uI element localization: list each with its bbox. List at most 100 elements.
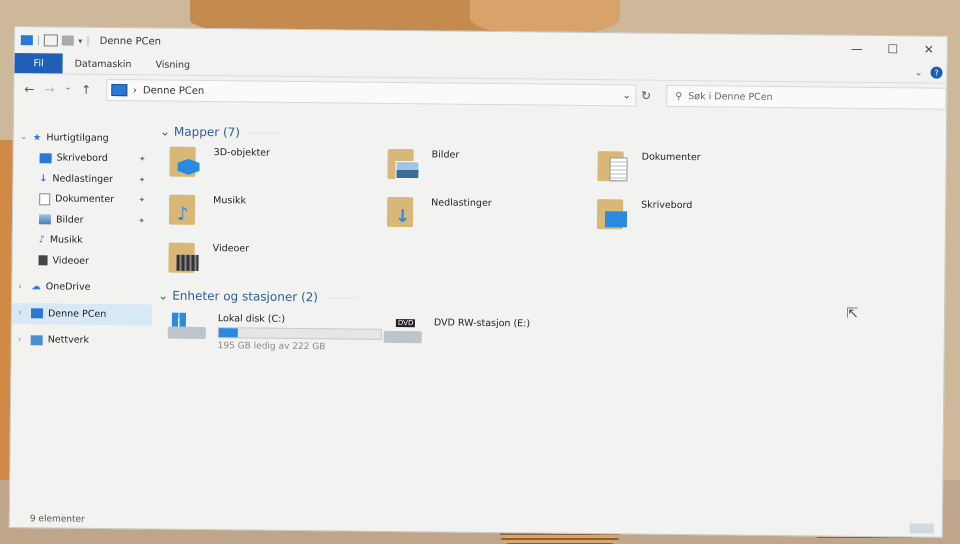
dvd-drive-icon: DVD bbox=[382, 317, 426, 345]
properties-icon[interactable] bbox=[44, 34, 59, 47]
file-list: ⌄ Mapper (7) 3D-objekter Bilder Dokument… bbox=[150, 124, 946, 520]
nav-this-pc[interactable]: › Denne PCen bbox=[11, 302, 153, 325]
help-icon[interactable]: ? bbox=[930, 66, 943, 79]
drive-label: Lokal disk (C:) bbox=[217, 313, 286, 325]
group-title: Mapper (7) bbox=[173, 124, 241, 140]
nav-item-downloads[interactable]: ↓ Nedlastinger ✦ bbox=[13, 168, 153, 190]
nav-label: Bilder bbox=[55, 214, 84, 226]
folder-item-music[interactable]: ♪ Musikk bbox=[168, 194, 247, 226]
folder-item-documents[interactable]: Dokumenter bbox=[597, 151, 701, 182]
customize-toolbar-icon[interactable]: ▾ bbox=[78, 36, 82, 45]
folders-group-header[interactable]: ⌄ Mapper (7) bbox=[159, 124, 279, 140]
expand-chevron-icon[interactable]: › bbox=[18, 335, 26, 345]
music-icon: ♪ bbox=[168, 194, 205, 225]
ribbon-help-area: ⌄ ? bbox=[914, 62, 946, 82]
folder-label: Musikk bbox=[213, 195, 247, 207]
separator: | bbox=[36, 34, 41, 46]
3d-objects-icon bbox=[169, 146, 205, 177]
back-arrow-icon[interactable]: ← bbox=[24, 82, 34, 96]
pin-icon: ✦ bbox=[138, 216, 146, 226]
nav-item-videos[interactable]: Videoer bbox=[12, 250, 152, 272]
view-toggle-icon[interactable] bbox=[909, 523, 934, 534]
drive-free-space: 195 GB ledig av 222 GB bbox=[217, 341, 326, 353]
nav-item-music[interactable]: ♪ Musikk bbox=[13, 229, 153, 251]
music-icon: ♪ bbox=[38, 234, 45, 246]
drive-item-dvd[interactable]: DVD DVD RW-stasjon (E:) bbox=[382, 317, 530, 347]
maximize-button[interactable]: ☐ bbox=[875, 42, 911, 56]
desktop-icon bbox=[596, 199, 633, 230]
cloud-icon: ☁ bbox=[31, 281, 41, 293]
video-icon bbox=[168, 242, 204, 273]
folder-item-desktop[interactable]: Skrivebord bbox=[596, 199, 693, 230]
forward-arrow-icon[interactable]: → bbox=[44, 82, 54, 96]
hard-drive-icon bbox=[166, 312, 210, 341]
nav-network[interactable]: › Nettverk bbox=[12, 329, 152, 351]
window-controls: — ☐ ✕ bbox=[839, 42, 947, 57]
pin-icon: ✦ bbox=[138, 175, 146, 185]
folder-label: Skrivebord bbox=[641, 199, 693, 212]
nav-onedrive[interactable]: › ☁ OneDrive bbox=[12, 276, 152, 298]
group-title: Enheter og stasjoner (2) bbox=[172, 288, 319, 305]
tab-view[interactable]: Visning bbox=[143, 54, 202, 75]
new-folder-icon[interactable] bbox=[62, 35, 75, 46]
recent-locations-icon[interactable]: ⌄ bbox=[64, 83, 71, 97]
download-icon: ↓ bbox=[386, 196, 423, 228]
drive-usage-bar bbox=[217, 327, 382, 340]
collapse-chevron-icon[interactable]: ⌄ bbox=[20, 132, 28, 142]
close-button[interactable]: ✕ bbox=[911, 42, 947, 57]
folder-item-3d-objects[interactable]: 3D-objekter bbox=[169, 146, 270, 178]
search-input[interactable]: ⚲ Søk i Denne PCen bbox=[666, 84, 947, 110]
computer-icon bbox=[30, 308, 44, 319]
drive-usage-fill bbox=[218, 328, 239, 338]
folder-item-pictures[interactable]: Bilder bbox=[387, 148, 459, 180]
computer-icon bbox=[20, 35, 33, 46]
nav-item-pictures[interactable]: Bilder ✦ bbox=[13, 209, 153, 231]
expand-chevron-icon[interactable]: › bbox=[18, 308, 26, 318]
refresh-icon[interactable]: ↻ bbox=[636, 89, 657, 103]
breadcrumb-this-pc[interactable]: Denne PCen bbox=[143, 85, 204, 97]
explorer-window: | ▾ | Denne PCen — ☐ ✕ Fil Datamaskin Vi… bbox=[8, 26, 948, 538]
expand-chevron-icon[interactable]: › bbox=[18, 282, 26, 292]
divider bbox=[248, 131, 279, 134]
folder-item-videos[interactable]: Videoer bbox=[168, 242, 250, 274]
nav-item-documents[interactable]: Dokumenter ✦ bbox=[13, 189, 153, 211]
network-icon bbox=[30, 334, 43, 346]
collapse-chevron-icon: ⌄ bbox=[158, 288, 169, 303]
tab-file[interactable]: Fil bbox=[14, 53, 63, 74]
navigation-pane: ⌄ ★ Hurtigtilgang Skrivebord ✦ ↓ Nedlast… bbox=[10, 123, 154, 512]
pin-icon: ✦ bbox=[138, 195, 146, 205]
minimize-button[interactable]: — bbox=[839, 42, 875, 56]
nav-label: Videoer bbox=[52, 255, 89, 267]
pin-icon: ✦ bbox=[138, 154, 146, 164]
navigation-buttons: ← → ⌄ ↑ bbox=[14, 82, 106, 97]
pictures-icon bbox=[387, 148, 423, 180]
address-dropdown-icon[interactable]: ⌄ bbox=[622, 90, 631, 101]
address-field[interactable]: › Denne PCen ⌄ bbox=[105, 78, 637, 107]
desktop-icon bbox=[39, 153, 52, 164]
up-arrow-icon[interactable]: ↑ bbox=[81, 83, 91, 97]
nav-quick-access[interactable]: ⌄ ★ Hurtigtilgang bbox=[14, 127, 154, 149]
document-icon bbox=[39, 193, 51, 206]
expand-ribbon-icon[interactable]: ⌄ bbox=[915, 67, 923, 78]
drive-label: DVD RW-stasjon (E:) bbox=[433, 317, 531, 330]
download-icon: ↓ bbox=[39, 173, 48, 185]
folder-label: Videoer bbox=[212, 243, 250, 255]
nav-label: Dokumenter bbox=[55, 193, 115, 206]
search-placeholder: Søk i Denne PCen bbox=[688, 90, 773, 103]
devices-group-header[interactable]: ⌄ Enheter og stasjoner (2) bbox=[158, 288, 357, 305]
computer-icon bbox=[110, 84, 127, 97]
tab-computer[interactable]: Datamaskin bbox=[63, 54, 144, 75]
nav-label: Hurtigtilgang bbox=[46, 132, 109, 144]
nav-label: Denne PCen bbox=[47, 308, 107, 320]
nav-label: Nettverk bbox=[47, 334, 90, 347]
item-count: 9 elementer bbox=[29, 514, 85, 525]
nav-label: OneDrive bbox=[45, 281, 91, 294]
collapse-chevron-icon: ⌄ bbox=[159, 124, 171, 139]
dvd-badge: DVD bbox=[395, 319, 416, 328]
star-icon: ★ bbox=[32, 131, 42, 144]
document-icon bbox=[597, 151, 633, 182]
nav-label: Skrivebord bbox=[56, 152, 108, 165]
folder-item-downloads[interactable]: ↓ Nedlastinger bbox=[386, 196, 492, 228]
nav-item-desktop[interactable]: Skrivebord ✦ bbox=[14, 148, 154, 170]
drive-item-local-disk[interactable]: Lokal disk (C:) 195 GB ledig av 222 GB bbox=[166, 312, 382, 353]
